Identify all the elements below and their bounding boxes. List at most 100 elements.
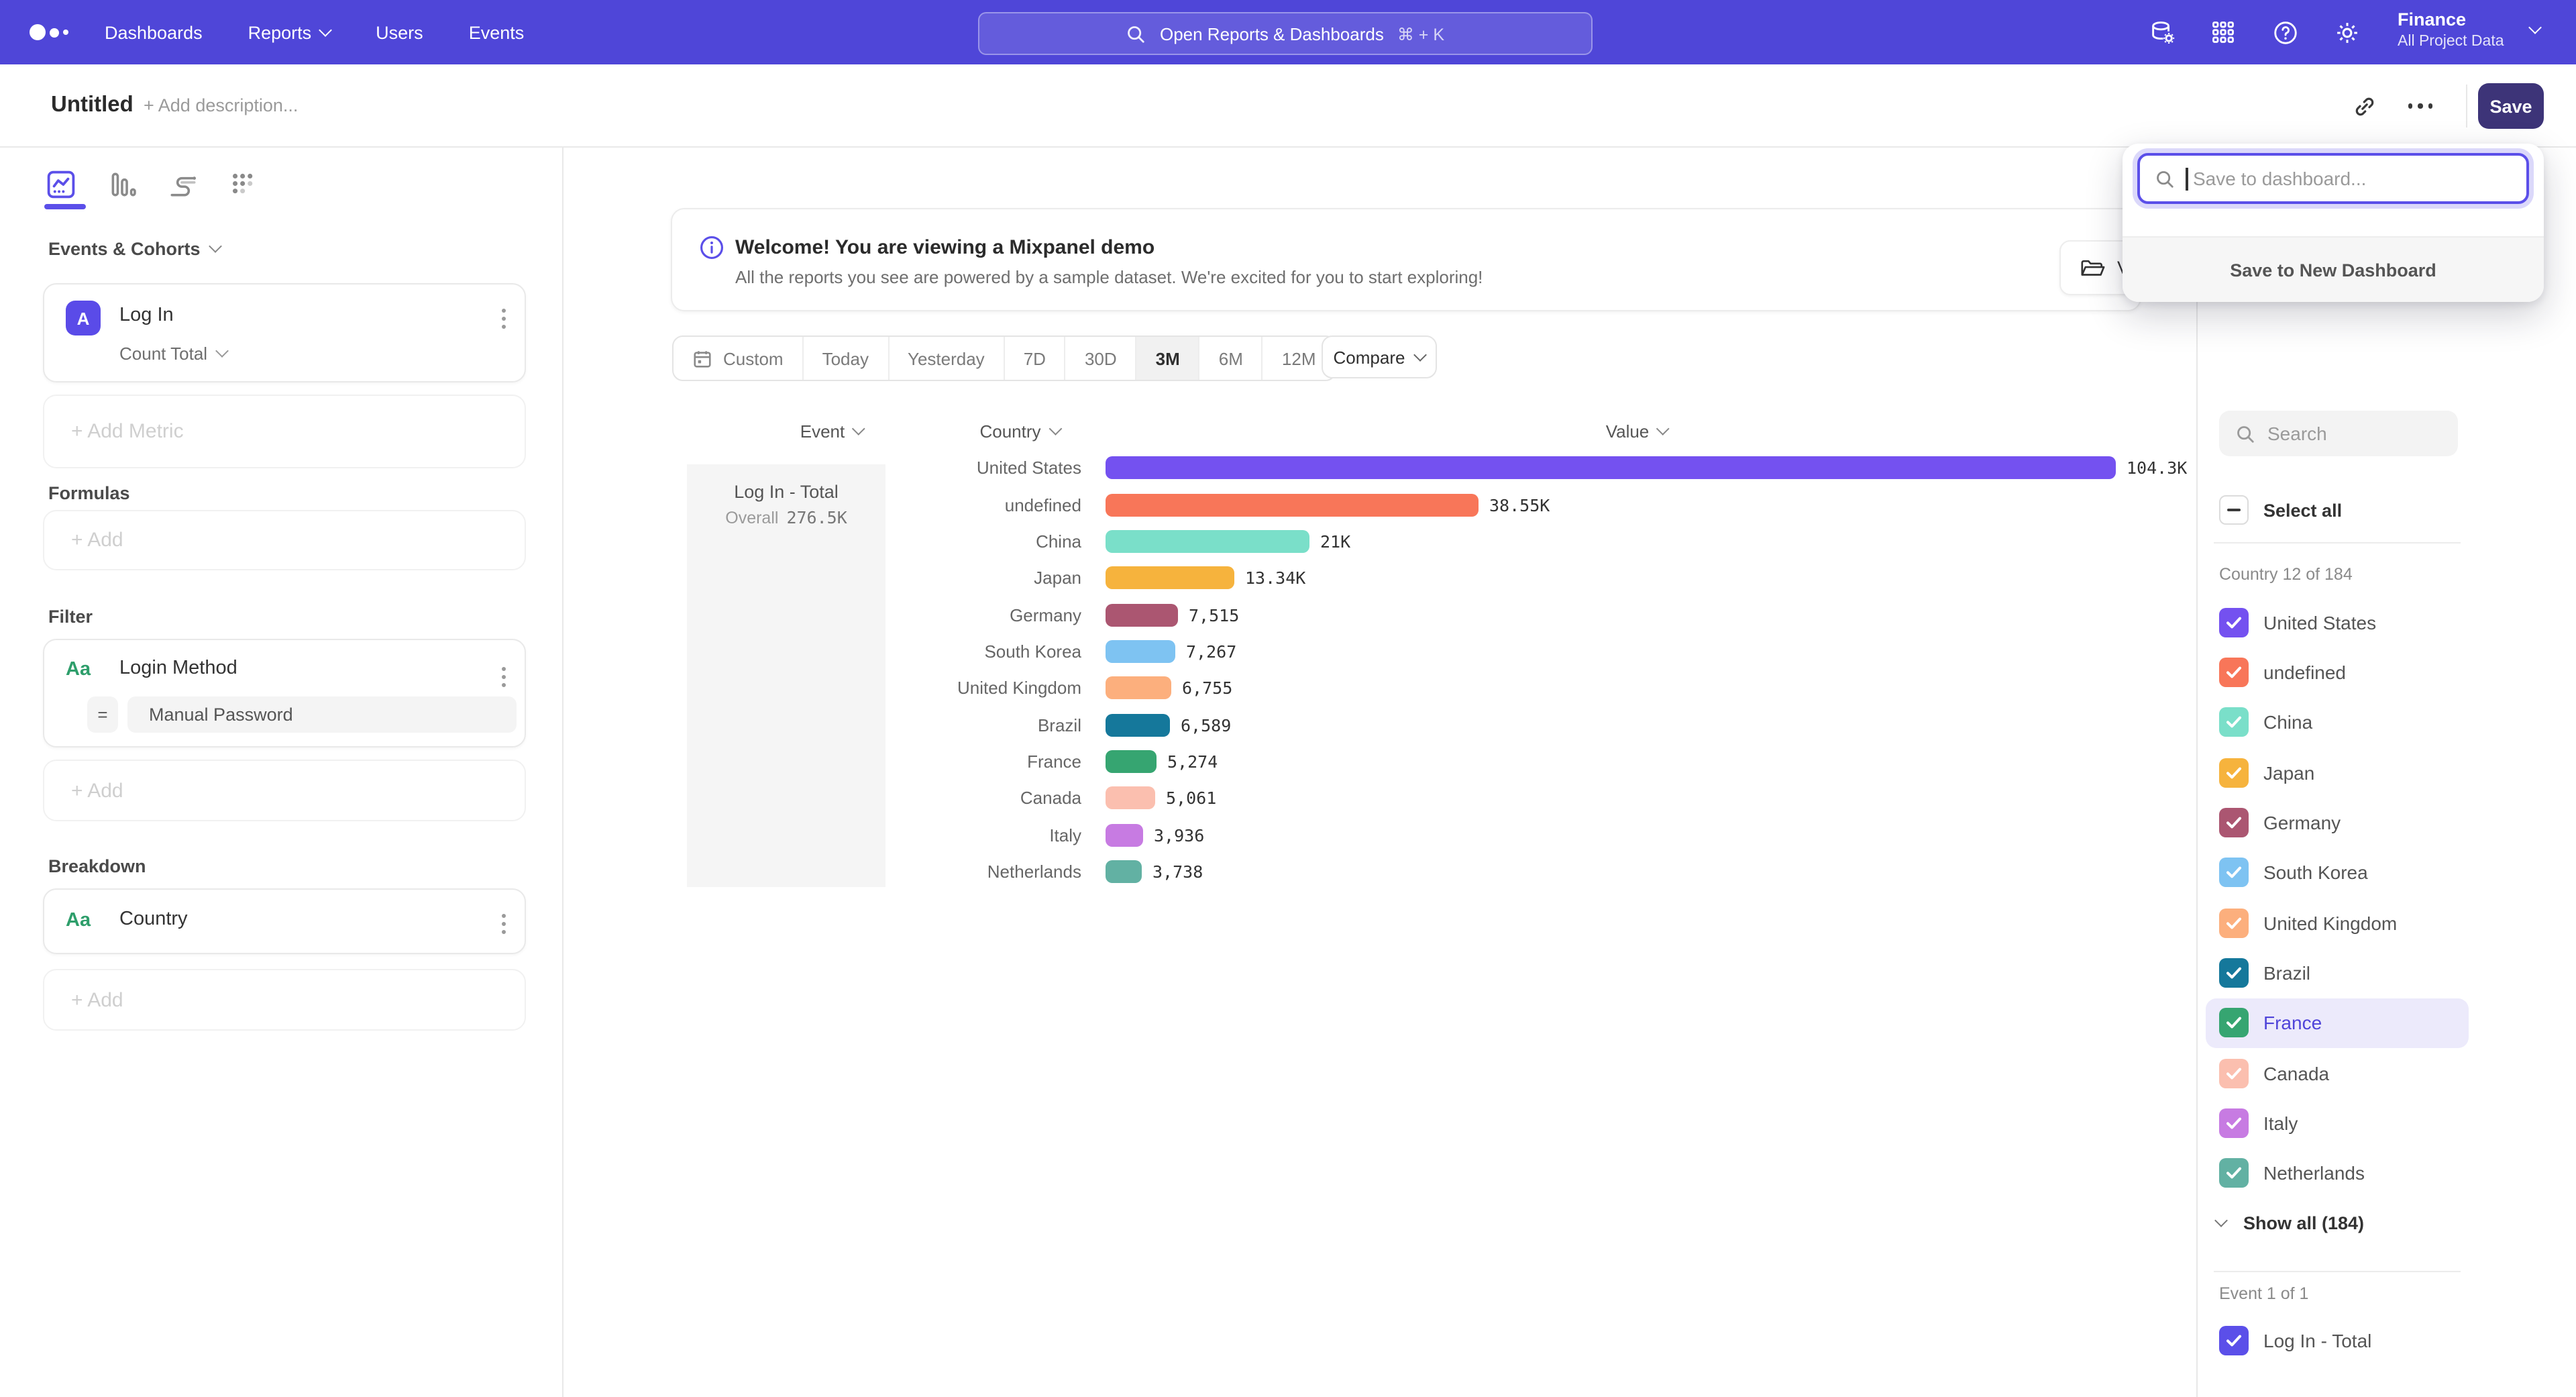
country-checkbox[interactable] [2219, 658, 2249, 687]
bar-row: Brazil6,589 [885, 707, 2227, 743]
date-range-3m[interactable]: 3M [1137, 337, 1200, 380]
nav-item-dashboards[interactable]: Dashboards [105, 22, 203, 42]
save-to-new-dashboard-button[interactable]: Save to New Dashboard [2123, 236, 2544, 302]
report-title[interactable]: Untitled [51, 93, 133, 118]
metric-card-log-in[interactable]: A Log In Count Total [43, 283, 526, 382]
breakdown-menu-icon[interactable] [502, 914, 506, 934]
legend-item-netherlands[interactable]: Netherlands [2206, 1148, 2469, 1198]
legend-item-undefined[interactable]: undefined [2206, 648, 2469, 698]
add-metric-button[interactable]: + Add Metric [43, 395, 526, 468]
legend-item-italy[interactable]: Italy [2206, 1098, 2469, 1149]
apps-grid-icon[interactable] [2200, 0, 2246, 64]
date-range-custom[interactable]: Custom [674, 337, 804, 380]
show-all-button[interactable]: Show all (184) [2216, 1205, 2364, 1240]
data-icon[interactable] [2139, 0, 2184, 64]
country-checkbox[interactable] [2219, 808, 2249, 837]
legend-item-japan[interactable]: Japan [2206, 747, 2469, 798]
tab-retention[interactable] [221, 164, 262, 204]
tab-insights[interactable] [40, 164, 80, 204]
select-all-checkbox[interactable] [2219, 495, 2249, 525]
help-icon[interactable] [2262, 0, 2308, 64]
copy-link-button[interactable] [2343, 85, 2385, 127]
country-checkbox[interactable] [2219, 607, 2249, 637]
date-range-today[interactable]: Today [804, 337, 889, 380]
bar-segment[interactable] [1106, 530, 1309, 553]
bar-segment[interactable] [1106, 750, 1157, 773]
country-checkbox[interactable] [2219, 1108, 2249, 1138]
metric-name[interactable]: Log In [119, 305, 174, 326]
tab-flows[interactable] [162, 164, 203, 204]
mixpanel-logo-icon[interactable] [30, 0, 68, 64]
date-range-6m[interactable]: 6M [1200, 337, 1263, 380]
legend-item-china[interactable]: China [2206, 697, 2469, 747]
bar-segment[interactable] [1106, 567, 1234, 590]
event-checkbox[interactable] [2219, 1326, 2249, 1355]
breakdown-card-country[interactable]: Aa Country [43, 888, 526, 954]
date-range-yesterday[interactable]: Yesterday [889, 337, 1005, 380]
report-description-placeholder[interactable]: + Add description... [144, 95, 298, 115]
filter-card-login-method[interactable]: Aa Login Method = Manual Password [43, 639, 526, 747]
save-dashboard-search-input[interactable]: Save to dashboard... [2137, 153, 2529, 204]
bar-segment[interactable] [1106, 456, 2116, 479]
settings-gear-icon[interactable] [2324, 0, 2369, 64]
legend-item-brazil[interactable]: Brazil [2206, 948, 2469, 998]
breakdown-property-name[interactable]: Country [119, 909, 188, 930]
bar-segment[interactable] [1106, 787, 1155, 810]
bar-segment[interactable] [1106, 603, 1178, 626]
legend-item-united-states[interactable]: United States [2206, 597, 2469, 648]
filter-property-name[interactable]: Login Method [119, 658, 237, 679]
country-checkbox[interactable] [2219, 1159, 2249, 1188]
legend-search-input[interactable]: Search [2219, 411, 2458, 456]
metric-menu-icon[interactable] [502, 309, 506, 329]
country-checkbox[interactable] [2219, 1008, 2249, 1038]
filter-value[interactable]: Manual Password [127, 696, 517, 733]
nav-item-events[interactable]: Events [469, 22, 525, 42]
section-events-cohorts[interactable]: Events & Cohorts [48, 239, 221, 259]
bar-segment[interactable] [1106, 493, 1479, 516]
nav-item-reports[interactable]: Reports [248, 22, 331, 42]
search-icon [1126, 23, 1146, 44]
compare-button[interactable]: Compare [1322, 335, 1437, 378]
column-header-event[interactable]: Event [800, 421, 864, 442]
save-button[interactable]: Save [2478, 83, 2544, 129]
bar-segment[interactable] [1106, 640, 1175, 663]
country-checkbox[interactable] [2219, 1058, 2249, 1088]
tab-funnels[interactable] [102, 164, 142, 204]
country-checkbox[interactable] [2219, 858, 2249, 888]
select-all-label[interactable]: Select all [2263, 501, 2342, 521]
country-checkbox[interactable] [2219, 958, 2249, 988]
column-header-country[interactable]: Country [979, 421, 1059, 442]
filter-menu-icon[interactable] [502, 667, 506, 687]
add-formula-button[interactable]: + Add [43, 510, 526, 570]
project-chevron-icon[interactable] [2528, 21, 2542, 34]
legend-event-group-label: Event 1 of 1 [2219, 1284, 2308, 1303]
date-range-30d[interactable]: 30D [1066, 337, 1137, 380]
bar-segment[interactable] [1106, 677, 1171, 700]
legend-event-item[interactable]: Log In - Total [2219, 1326, 2371, 1355]
legend-item-united-kingdom[interactable]: United Kingdom [2206, 898, 2469, 948]
legend-item-germany[interactable]: Germany [2206, 798, 2469, 848]
legend-item-france[interactable]: France [2206, 998, 2469, 1048]
filter-operator[interactable]: = [87, 696, 118, 733]
country-checkbox[interactable] [2219, 758, 2249, 787]
bar-segment[interactable] [1106, 713, 1170, 736]
indeterminate-mark [2227, 509, 2241, 512]
column-header-value[interactable]: Value [1606, 421, 1668, 442]
project-switcher[interactable]: Finance All Project Data [2398, 9, 2504, 52]
bar-segment[interactable] [1106, 824, 1143, 847]
bar-segment[interactable] [1106, 860, 1142, 883]
event-overall-value: Overall276.5K [687, 507, 885, 527]
global-search-button[interactable]: Open Reports & Dashboards ⌘ + K [978, 12, 1593, 55]
bar-row: China21K [885, 523, 2227, 560]
date-range-7d[interactable]: 7D [1005, 337, 1066, 380]
more-options-button[interactable] [2399, 85, 2442, 127]
country-checkbox[interactable] [2219, 908, 2249, 937]
add-breakdown-button[interactable]: + Add [43, 969, 526, 1031]
nav-item-users[interactable]: Users [376, 22, 423, 42]
legend-item-canada[interactable]: Canada [2206, 1048, 2469, 1098]
country-checkbox[interactable] [2219, 708, 2249, 737]
legend-item-south-korea[interactable]: South Korea [2206, 847, 2469, 898]
add-filter-button[interactable]: + Add [43, 760, 526, 821]
bar-value-label: 5,274 [1167, 752, 1218, 772]
aggregation-selector[interactable]: Count Total [119, 344, 226, 364]
